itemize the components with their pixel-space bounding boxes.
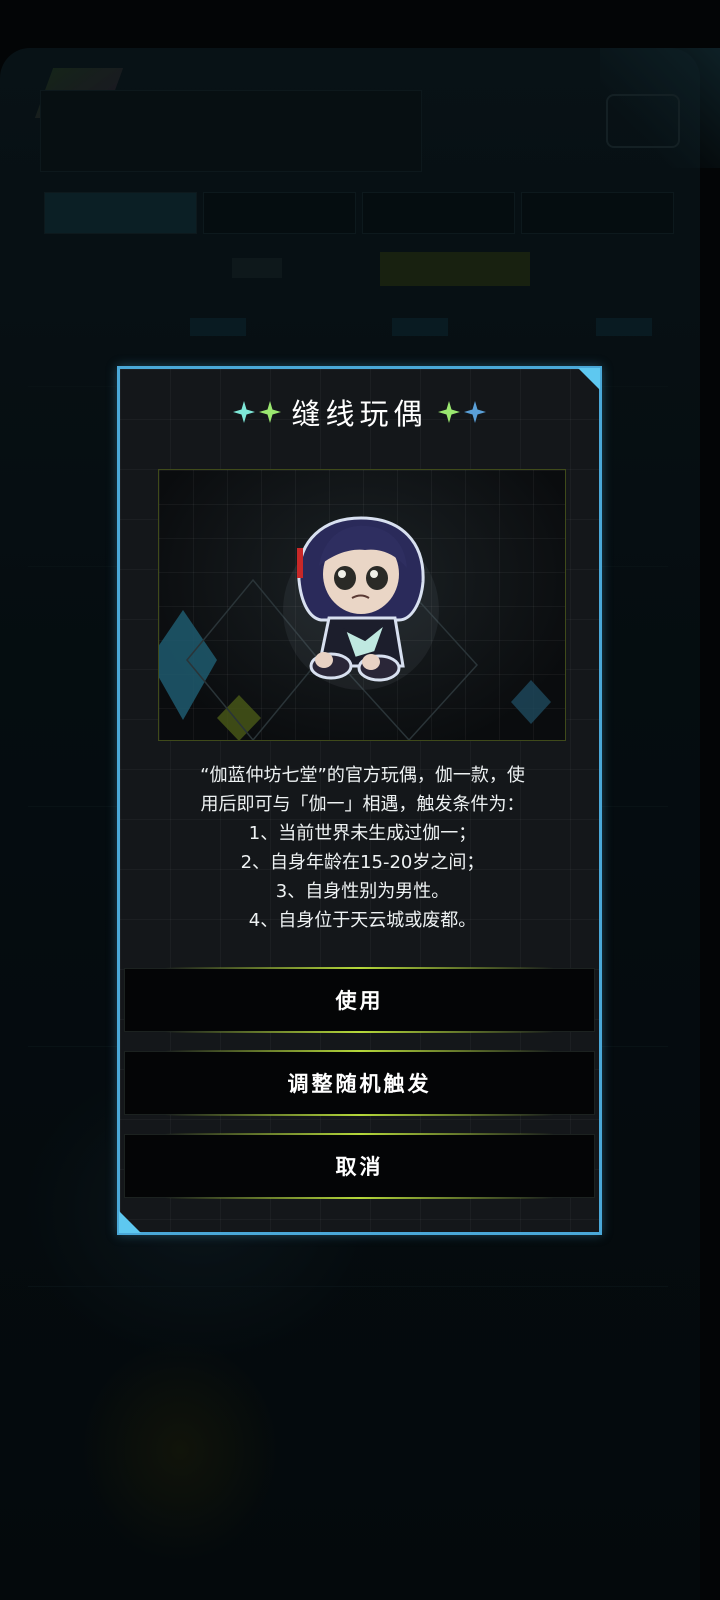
sparkle-icon [259,401,282,423]
sparkle-icon [463,401,486,423]
cancel-button-label: 取消 [335,1155,384,1179]
corner-accent [578,368,600,390]
description-line: 2、自身年龄在15-20岁之间； [240,852,485,873]
adjust-random-trigger-button[interactable]: 调整随机触发 [124,1050,595,1116]
description-line: “伽蓝仲坊七堂”的官方玩偶，伽一款，使 [200,765,525,786]
doll-illustration [159,516,551,740]
description-line: 4、自身位于天云城或废都。 [248,910,477,931]
item-dialog: 缝线玩偶 “伽蓝仲坊七堂”的官方玩偶，伽一款，使 用后即可与「伽一」相遇，触发条… [117,366,602,1235]
sparkle-icon [233,401,256,423]
cancel-button[interactable]: 取消 [124,1133,595,1199]
use-button-label: 使用 [335,989,384,1013]
dialog-title: 缝线玩偶 [291,397,428,431]
item-description: “伽蓝仲坊七堂”的官方玩偶，伽一款，使 用后即可与「伽一」相遇，触发条件为： 1… [140,761,585,935]
dialog-title-row: 缝线玩偶 [120,391,599,433]
corner-accent [119,1211,141,1233]
adjust-button-label: 调整随机触发 [287,1072,432,1096]
description-line: 1、当前世界未生成过伽一； [248,823,477,844]
sparkle-icon [437,401,460,423]
use-button[interactable]: 使用 [124,967,595,1033]
description-line: 用后即可与「伽一」相遇，触发条件为： [200,794,525,815]
description-line: 3、自身性别为男性。 [275,881,450,902]
item-preview [158,469,566,741]
